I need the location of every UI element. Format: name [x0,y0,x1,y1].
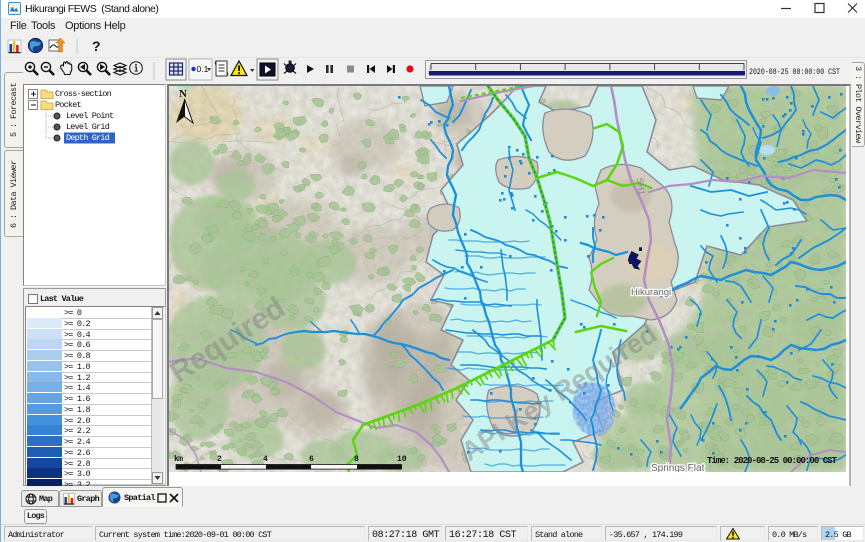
svg-text:?: ? [92,38,101,54]
svg-text:SH1: SH1 [635,177,647,195]
svg-text:4: 4 [263,455,268,464]
svg-text:2020-08-25 00:00:00 CST: 2020-08-25 00:00:00 CST [749,67,840,77]
svg-text:0.1: 0.1 [197,64,209,74]
svg-text:6: 6 [309,455,314,464]
svg-text:2: 2 [217,455,222,464]
svg-text:km: km [174,455,183,464]
svg-text:Time: 2020-08-25 00:00:00 CST: Time: 2020-08-25 00:00:00 CST [707,456,838,466]
svg-text:8: 8 [354,455,359,464]
svg-text:Hikurangi: Hikurangi [631,287,671,298]
svg-text:Springs Flat: Springs Flat [651,463,705,472]
svg-text:N: N [179,88,187,100]
svg-text:10: 10 [397,455,407,464]
